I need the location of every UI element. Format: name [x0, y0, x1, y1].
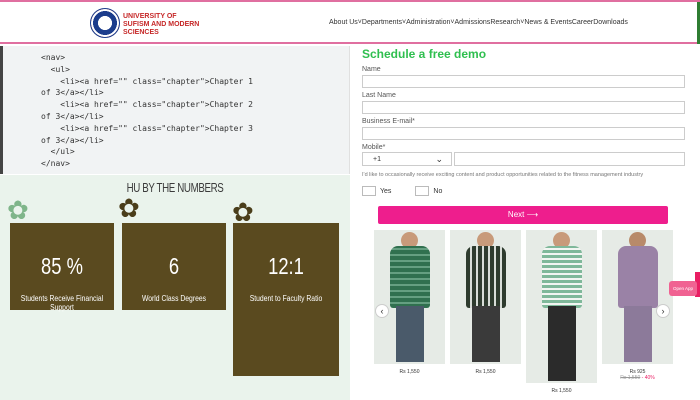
product-discount: - 40%	[641, 375, 655, 381]
pants-swatch	[472, 306, 500, 362]
product-image[interactable]	[450, 230, 521, 364]
product-image[interactable]	[374, 230, 445, 364]
numbers-title: HU BY THE NUMBERS	[126, 180, 224, 195]
nav-research[interactable]: Research	[490, 19, 520, 26]
pants-swatch	[548, 306, 576, 381]
code-line: of 3</a></li>	[41, 135, 104, 145]
code-line: <li><a href="" class="chapter">Chapter 1	[41, 76, 253, 86]
stat-label: Student to Faculty Ratio	[249, 294, 323, 303]
mobile-field[interactable]	[454, 152, 685, 166]
pants-swatch	[624, 306, 652, 362]
product-card[interactable]: Rs 1,550	[374, 230, 445, 375]
no-label: No	[433, 187, 443, 195]
country-code-value: +1	[373, 156, 381, 163]
nav-career[interactable]: Career	[572, 19, 593, 26]
consent-text: I'd like to occasionally receive excitin…	[362, 172, 644, 178]
last-name-label: Last Name	[362, 92, 396, 99]
product-price: Rs 1,550	[399, 369, 420, 375]
shirt-swatch	[466, 246, 506, 308]
numbers-section: HU BY THE NUMBERS ✿ ✿ ✿ 85 % Students Re…	[0, 175, 350, 400]
site-header: UNIVERSITY OF SUFISM AND MODERN SCIENCES…	[0, 0, 700, 46]
code-line: of 3</a></li>	[41, 88, 104, 98]
yes-label: Yes	[380, 187, 392, 195]
university-name[interactable]: UNIVERSITY OF SUFISM AND MODERN SCIENCES	[123, 13, 203, 37]
main-nav: About Us ˅ Departments ˅ Administration …	[329, 19, 628, 26]
form-title: Schedule a free demo	[362, 47, 487, 61]
nav-about-us[interactable]: About Us	[329, 19, 358, 26]
code-line: <li><a href="" class="chapter">Chapter 3	[41, 123, 253, 133]
chevron-down-icon: ⌄	[435, 154, 443, 164]
stat-value: 6	[168, 253, 180, 279]
shirt-swatch	[618, 246, 658, 308]
email-field[interactable]	[362, 127, 685, 140]
stat-label: World Class Degrees	[141, 294, 207, 303]
product-carousel: Rs 1,550 Rs 1,550 Rs 1,550 Rs 925 Rs 1,5…	[358, 224, 700, 400]
code-snippet-panel: <nav> <ul> <li><a href="" class="chapter…	[3, 46, 350, 174]
product-price: Rs 1,550	[475, 369, 496, 375]
code-line: </nav>	[41, 159, 70, 169]
stat-value: 12:1	[268, 253, 304, 279]
code-snippet: <nav> <ul> <li><a href="" class="chapter…	[3, 46, 349, 170]
code-line: <ul>	[41, 64, 70, 74]
no-radio[interactable]	[415, 186, 430, 196]
stat-card-degrees: 6 World Class Degrees	[122, 223, 226, 310]
product-price: Rs 1,550	[551, 388, 572, 394]
product-image[interactable]	[602, 230, 673, 364]
nav-administration[interactable]: Administration	[406, 19, 450, 26]
stat-value: 85 %	[41, 253, 83, 279]
pants-swatch	[396, 306, 424, 362]
carousel-next-arrow-icon[interactable]: ›	[656, 304, 670, 318]
last-name-field[interactable]	[362, 101, 685, 114]
nav-departments[interactable]: Departments	[362, 19, 402, 26]
demo-form: Schedule a free demo Name Last Name Busi…	[358, 44, 700, 224]
carousel-prev-arrow-icon[interactable]: ‹	[375, 304, 389, 318]
shirt-swatch	[542, 246, 582, 308]
product-price-original: Rs 1,550	[620, 375, 641, 381]
university-logo[interactable]	[90, 8, 120, 38]
nav-admissions[interactable]: Admissions	[455, 19, 491, 26]
code-line: <nav>	[41, 53, 66, 62]
product-card[interactable]: Rs 1,550	[450, 230, 521, 375]
nav-news-events[interactable]: News & Events	[524, 19, 571, 26]
stat-card-ratio: 12:1 Student to Faculty Ratio	[233, 223, 339, 376]
shirt-swatch	[390, 246, 430, 308]
flower-decoration-icon: ✿	[118, 193, 140, 223]
code-line: of 3</a></li>	[41, 111, 104, 121]
name-field[interactable]	[362, 75, 685, 88]
next-button[interactable]: Next ⟶	[378, 206, 668, 224]
code-line: </ul>	[41, 147, 75, 157]
flower-decoration-icon: ✿	[7, 195, 29, 225]
page: UNIVERSITY OF SUFISM AND MODERN SCIENCES…	[0, 0, 700, 400]
email-label: Business E-mail*	[362, 118, 415, 125]
name-label: Name	[362, 66, 381, 73]
stat-label: Students Receive Financial Support	[20, 294, 104, 312]
country-code-select[interactable]: +1 ⌄	[362, 152, 452, 166]
product-image[interactable]	[526, 230, 597, 383]
mobile-label: Mobile*	[362, 144, 386, 151]
yes-radio[interactable]	[362, 186, 376, 196]
open-app-button[interactable]: Open App	[669, 281, 697, 296]
stat-card-financial-support: 85 % Students Receive Financial Support	[10, 223, 114, 312]
nav-downloads[interactable]: Downloads	[593, 19, 628, 26]
product-card[interactable]: Rs 1,550	[526, 230, 597, 394]
consent-options: Yes No	[362, 186, 442, 196]
code-line: <li><a href="" class="chapter">Chapter 2	[41, 100, 253, 110]
product-price: Rs 925 Rs 1,550 - 40%	[602, 369, 673, 381]
